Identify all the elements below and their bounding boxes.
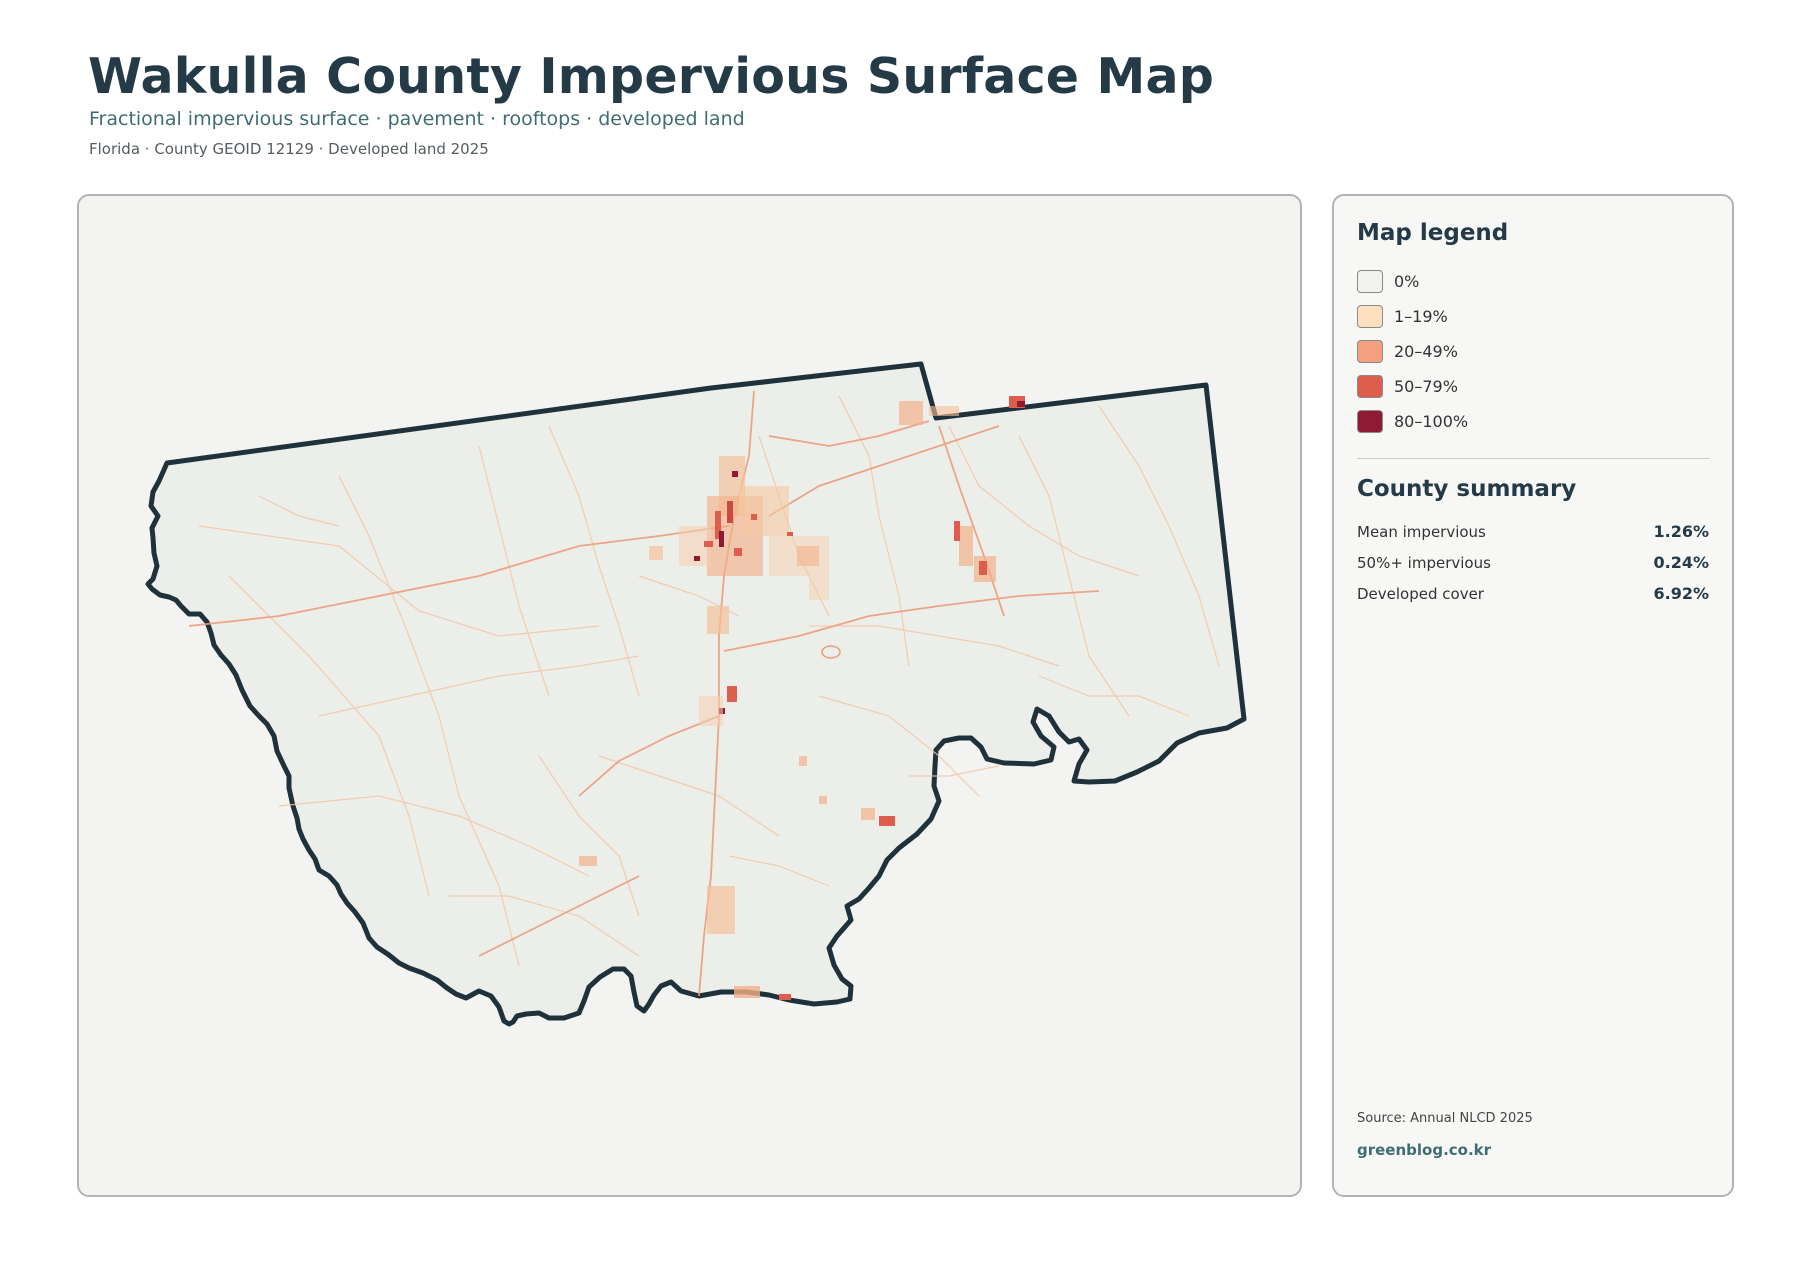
summary-row-developed: Developed cover 6.92%: [1357, 578, 1709, 609]
legend-label: 50–79%: [1394, 377, 1458, 396]
summary-value: 6.92%: [1653, 584, 1709, 603]
summary-label: 50%+ impervious: [1357, 553, 1491, 572]
page-subtitle: Fractional impervious surface · pavement…: [89, 108, 745, 130]
legend-item: 80–100%: [1357, 404, 1468, 439]
legend-swatch: [1357, 410, 1383, 433]
legend-swatch: [1357, 270, 1383, 293]
legend-item: 20–49%: [1357, 334, 1468, 369]
source-note: Source: Annual NLCD 2025: [1357, 1111, 1533, 1126]
legend-label: 20–49%: [1394, 342, 1458, 361]
legend-list: 0% 1–19% 20–49% 50–79% 80–100%: [1357, 264, 1468, 439]
summary-value: 1.26%: [1653, 522, 1709, 541]
legend-item: 0%: [1357, 264, 1468, 299]
legend-item: 50–79%: [1357, 369, 1468, 404]
summary-title: County summary: [1357, 476, 1577, 502]
info-panel: Map legend 0% 1–19% 20–49% 50–79% 80–100…: [1332, 194, 1734, 1197]
summary-label: Developed cover: [1357, 584, 1484, 603]
county-map[interactable]: [79, 196, 1302, 1197]
legend-item: 1–19%: [1357, 299, 1468, 334]
summary-row-mean: Mean impervious 1.26%: [1357, 516, 1709, 547]
legend-swatch: [1357, 340, 1383, 363]
map-panel[interactable]: N: [77, 194, 1302, 1197]
page-meta: Florida · County GEOID 12129 · Developed…: [89, 140, 489, 158]
page-title: Wakulla County Impervious Surface Map: [88, 48, 1215, 105]
summary-label: Mean impervious: [1357, 522, 1486, 541]
legend-swatch: [1357, 305, 1383, 328]
summary-value: 0.24%: [1653, 553, 1709, 572]
legend-title: Map legend: [1357, 220, 1509, 246]
summary-list: Mean impervious 1.26% 50%+ impervious 0.…: [1357, 516, 1709, 609]
legend-label: 1–19%: [1394, 307, 1448, 326]
summary-row-high: 50%+ impervious 0.24%: [1357, 547, 1709, 578]
county-boundary: [145, 361, 1247, 1027]
legend-label: 80–100%: [1394, 412, 1469, 431]
legend-label: 0%: [1394, 272, 1420, 291]
panel-divider: [1357, 458, 1709, 459]
legend-swatch: [1357, 375, 1383, 398]
brand-link[interactable]: greenblog.co.kr: [1357, 1141, 1491, 1159]
